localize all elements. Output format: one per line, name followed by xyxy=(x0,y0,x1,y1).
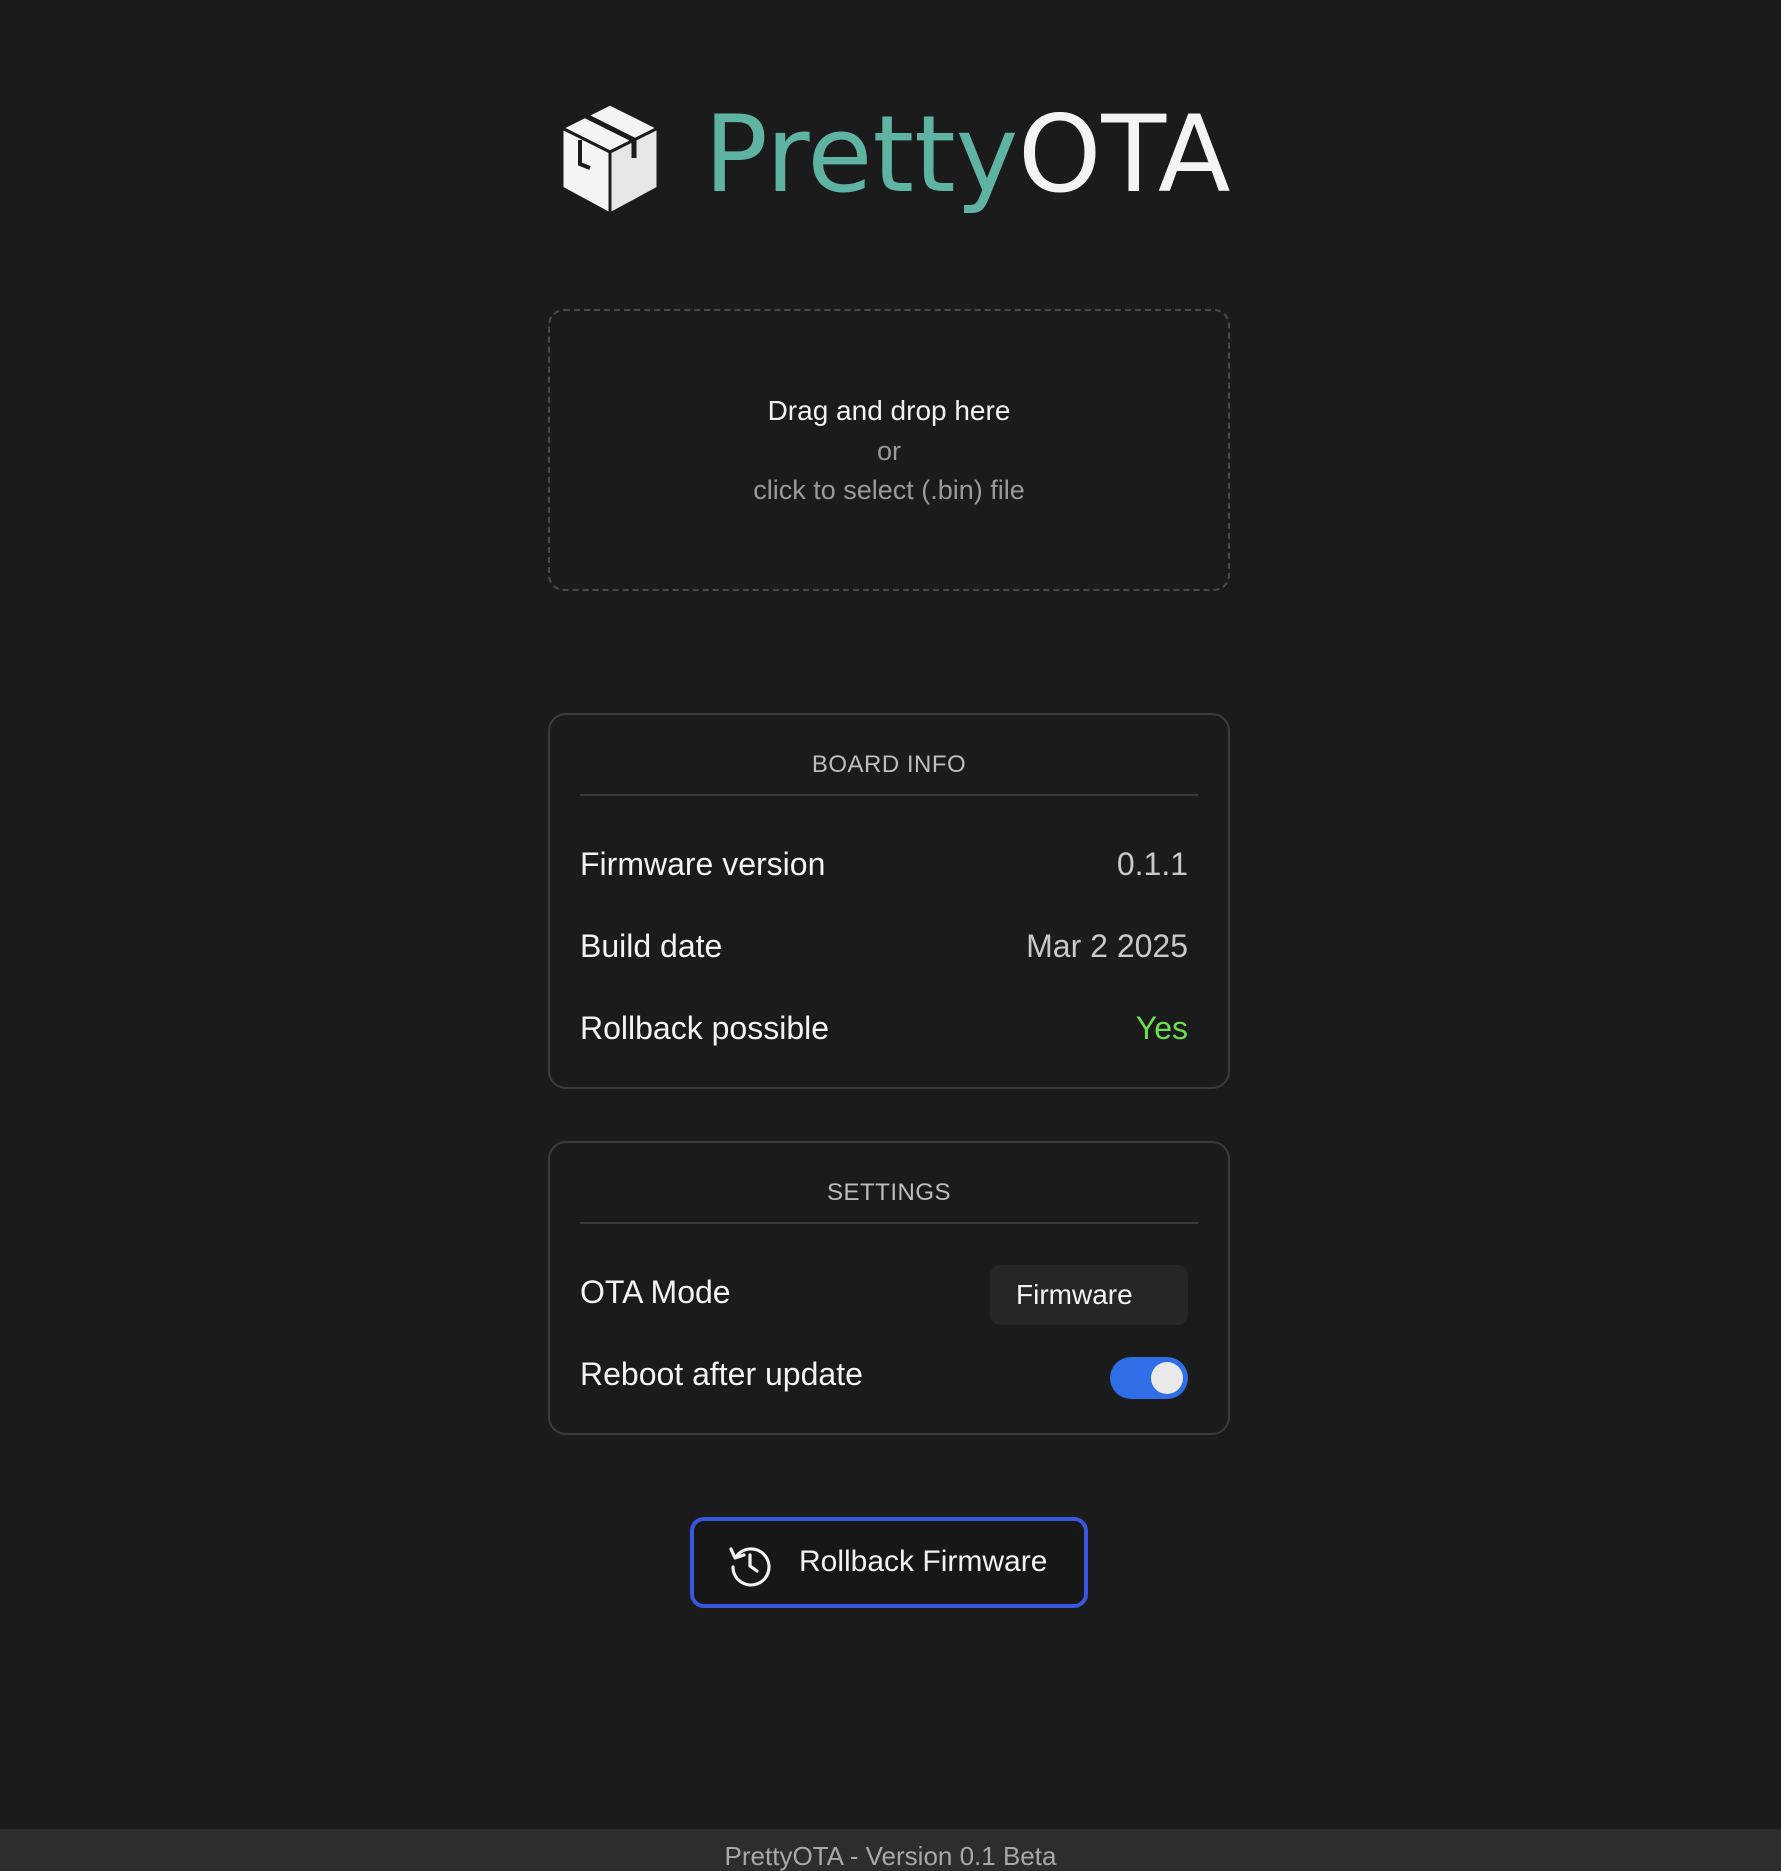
rollback-button-label: Rollback Firmware xyxy=(799,1545,1048,1578)
history-icon xyxy=(729,1547,771,1587)
toggle-knob xyxy=(1151,1362,1183,1394)
logo-text-ota: OTA xyxy=(1018,96,1230,216)
page: Pretty OTA Drag and drop here or click t… xyxy=(0,0,1781,1871)
ota-mode-label: OTA Mode xyxy=(580,1274,731,1310)
divider xyxy=(580,1222,1198,1224)
logo-text-pretty: Pretty xyxy=(704,96,1018,216)
settings-card: SETTINGS OTA Mode Firmware Reboot after … xyxy=(548,1141,1230,1435)
reboot-after-update-toggle[interactable] xyxy=(1110,1357,1188,1399)
dropzone-primary-text: Drag and drop here xyxy=(767,395,1011,426)
package-box-icon xyxy=(560,102,662,217)
firmware-version-label: Firmware version xyxy=(580,846,826,882)
footer: PrettyOTA - Version 0.1 Beta xyxy=(0,1829,1781,1871)
board-info-title: BOARD INFO xyxy=(811,751,967,778)
file-dropzone[interactable]: Drag and drop here or click to select (.… xyxy=(548,309,1230,591)
dropzone-select-text: click to select (.bin) file xyxy=(753,475,1025,505)
build-date-value: Mar 2 2025 xyxy=(1026,928,1188,964)
reboot-after-update-label: Reboot after update xyxy=(580,1356,863,1392)
rollback-possible-value: Yes xyxy=(1135,1010,1188,1046)
footer-version-text: PrettyOTA - Version 0.1 Beta xyxy=(724,1841,1057,1871)
rollback-possible-label: Rollback possible xyxy=(580,1010,830,1046)
ota-mode-select[interactable]: Firmware xyxy=(990,1265,1188,1325)
build-date-label: Build date xyxy=(580,928,723,964)
rollback-firmware-button[interactable]: Rollback Firmware xyxy=(690,1517,1088,1608)
logo: Pretty OTA xyxy=(560,96,1240,226)
board-info-card: BOARD INFO Firmware version 0.1.1 Build … xyxy=(548,713,1230,1089)
firmware-version-value: 0.1.1 xyxy=(1116,846,1188,882)
settings-title: SETTINGS xyxy=(826,1179,951,1206)
divider xyxy=(580,794,1198,796)
dropzone-or-text: or xyxy=(876,436,901,466)
